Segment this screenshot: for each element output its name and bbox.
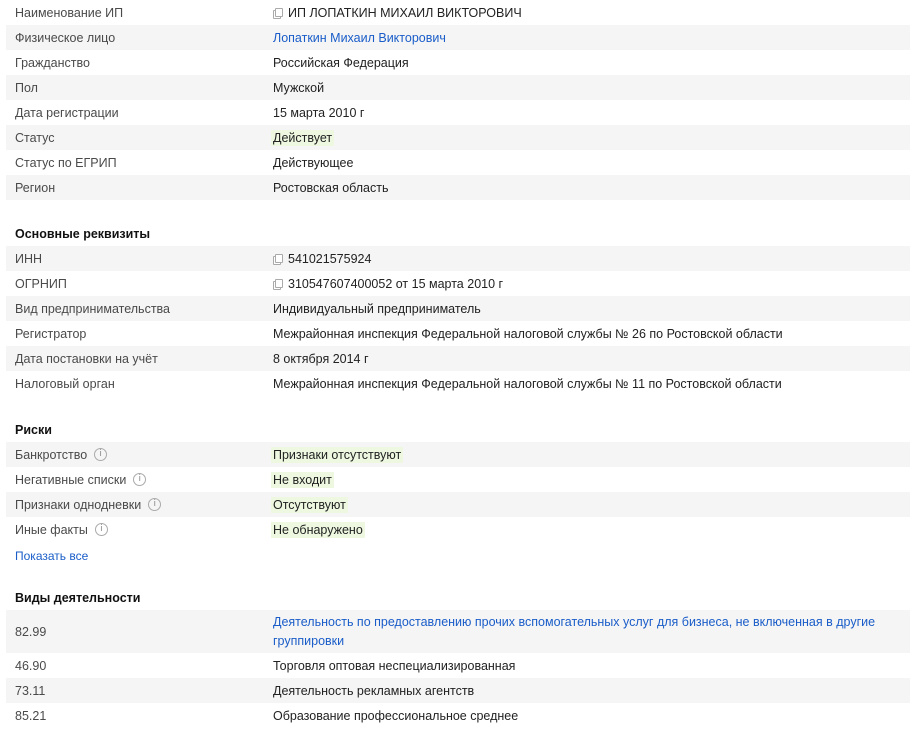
req-value: 8 октября 2014 г xyxy=(273,351,369,366)
person-link[interactable]: Лопаткин Михаил Викторович xyxy=(273,31,910,45)
req-value: Межрайонная инспекция Федеральной налого… xyxy=(273,376,782,391)
activities-section: 82.99 Деятельность по предоставлению про… xyxy=(6,610,910,728)
info-icon[interactable]: i xyxy=(133,473,147,486)
main-info-section: Наименование ИП ИП ЛОПАТКИН МИХАИЛ ВИКТО… xyxy=(6,0,910,200)
activity-code: 73.11 xyxy=(15,683,46,698)
info-label: Наименование ИП xyxy=(15,5,124,20)
activity-value: Образование профессиональное среднее xyxy=(273,708,519,723)
req-row-registrar: Регистратор Межрайонная инспекция Федера… xyxy=(6,321,910,346)
info-label: Физическое лицо xyxy=(15,30,116,45)
activity-value: Деятельность рекламных агентств xyxy=(273,683,475,698)
risk-label: Иные факты xyxy=(15,522,88,537)
info-label: Пол xyxy=(15,80,38,95)
info-icon[interactable]: i xyxy=(94,523,108,536)
activity-code: 82.99 xyxy=(15,624,47,639)
info-value: Российская Федерация xyxy=(273,55,409,70)
copy-icon[interactable] xyxy=(273,254,283,265)
activity-code: 85.21 xyxy=(15,708,47,723)
risks-section: Банкротство i Признаки отсутствуют Негати… xyxy=(6,442,910,542)
risks-title: Риски xyxy=(15,423,52,437)
info-row-status: Статус Действует xyxy=(6,125,910,150)
info-row-gender: Пол Мужской xyxy=(6,75,910,100)
info-label: Статус по ЕГРИП xyxy=(15,155,117,170)
company-card: Наименование ИП ИП ЛОПАТКИН МИХАИЛ ВИКТО… xyxy=(0,0,910,728)
activity-row: 73.11 Деятельность рекламных агентств xyxy=(6,678,910,703)
activity-code: 46.90 xyxy=(15,658,47,673)
req-label: Вид предпринимательства xyxy=(15,301,170,316)
copy-icon[interactable] xyxy=(273,8,283,19)
req-row-tax-date: Дата постановки на учёт 8 октября 2014 г xyxy=(6,346,910,371)
info-row-name: Наименование ИП ИП ЛОПАТКИН МИХАИЛ ВИКТО… xyxy=(6,0,910,25)
req-row-type: Вид предпринимательства Индивидуальный п… xyxy=(6,296,910,321)
risk-value: Признаки отсутствуют xyxy=(271,446,404,463)
info-value: Мужской xyxy=(273,80,325,95)
req-value: Межрайонная инспекция Федеральной налого… xyxy=(273,326,783,341)
activity-row: 82.99 Деятельность по предоставлению про… xyxy=(6,610,910,653)
req-row-inn: ИНН 541021575924 xyxy=(6,246,910,271)
req-row-tax-authority: Налоговый орган Межрайонная инспекция Фе… xyxy=(6,371,910,396)
risk-row-shell: Признаки однодневки i Отсутствуют xyxy=(6,492,910,517)
risk-label: Признаки однодневки xyxy=(15,497,142,512)
copy-icon[interactable] xyxy=(273,279,283,290)
risk-row-bankruptcy: Банкротство i Признаки отсутствуют xyxy=(6,442,910,467)
risk-label: Банкротство xyxy=(15,447,88,462)
req-value: 541021575924 xyxy=(288,251,372,266)
risk-value: Отсутствуют xyxy=(271,496,348,513)
info-value: ИП ЛОПАТКИН МИХАИЛ ВИКТОРОВИЧ xyxy=(288,5,522,20)
show-all-link[interactable]: Показать все xyxy=(6,546,910,566)
info-label: Дата регистрации xyxy=(15,105,119,120)
info-row-egrip-status: Статус по ЕГРИП Действующее xyxy=(6,150,910,175)
info-row-person: Физическое лицо Лопаткин Михаил Викторов… xyxy=(6,25,910,50)
info-row-region: Регион Ростовская область xyxy=(6,175,910,200)
info-label: Статус xyxy=(15,130,55,145)
info-value: Ростовская область xyxy=(273,180,389,195)
requisites-title: Основные реквизиты xyxy=(15,227,151,241)
req-value: 310547607400052 от 15 марта 2010 г xyxy=(288,276,504,291)
risk-value: Не входит xyxy=(271,471,334,488)
activity-row: 46.90 Торговля оптовая неспециализирован… xyxy=(6,653,910,678)
info-icon[interactable]: i xyxy=(148,498,162,511)
status-badge: Действует xyxy=(271,129,335,146)
risk-label: Негативные списки xyxy=(15,472,127,487)
info-value: Действующее xyxy=(273,155,354,170)
risk-value: Не обнаружено xyxy=(271,521,365,538)
req-label: ОГРНИП xyxy=(15,276,67,291)
info-label: Гражданство xyxy=(15,55,90,70)
req-label: Налоговый орган xyxy=(15,376,115,391)
req-label: ИНН xyxy=(15,251,43,266)
info-row-reg-date: Дата регистрации 15 марта 2010 г xyxy=(6,100,910,125)
activity-value: Торговля оптовая неспециализированная xyxy=(273,658,516,673)
activities-title: Виды деятельности xyxy=(15,591,141,605)
info-row-citizenship: Гражданство Российская Федерация xyxy=(6,50,910,75)
risk-row-negative-lists: Негативные списки i Не входит xyxy=(6,467,910,492)
req-label: Дата постановки на учёт xyxy=(15,351,158,366)
req-value: Индивидуальный предприниматель xyxy=(273,301,481,316)
req-label: Регистратор xyxy=(15,326,87,341)
activity-row: 85.21 Образование профессиональное средн… xyxy=(6,703,910,728)
activity-link[interactable]: Деятельность по предоставлению прочих вс… xyxy=(273,613,910,651)
info-label: Регион xyxy=(15,180,56,195)
info-icon[interactable]: i xyxy=(94,448,108,461)
requisites-section: ИНН 541021575924 ОГРНИП 310547607400052 … xyxy=(6,246,910,396)
risk-row-other: Иные факты i Не обнаружено xyxy=(6,517,910,542)
req-row-ogrnip: ОГРНИП 310547607400052 от 15 марта 2010 … xyxy=(6,271,910,296)
info-value: 15 марта 2010 г xyxy=(273,105,365,120)
